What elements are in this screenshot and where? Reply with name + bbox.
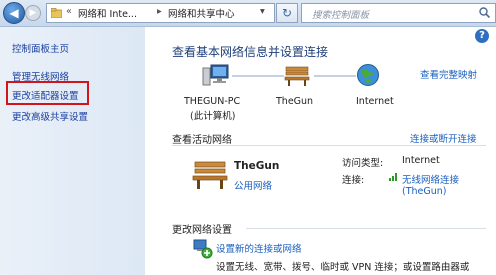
map-node-pc-sub: (此计算机) xyxy=(190,111,236,122)
divider xyxy=(172,145,486,146)
breadcrumb-separator[interactable]: ▸ xyxy=(157,6,162,17)
map-node-network-name: TheGun xyxy=(276,96,314,107)
active-network-name: TheGun xyxy=(234,160,280,172)
sidebar-item-advanced-sharing[interactable]: 更改高级共享设置 xyxy=(12,109,88,123)
map-connector-line xyxy=(232,75,284,77)
view-full-map-link[interactable]: 查看完整映射 xyxy=(420,67,477,81)
address-toolbar: ◀ ▶ « 网络和 Inte... ▸ 网络和共享中心 ▾ ↻ 搜索控制面板 xyxy=(0,0,496,27)
network-type-link[interactable]: 公用网络 xyxy=(234,178,272,192)
network-setup-icon xyxy=(193,239,213,259)
breadcrumb-sharing-center[interactable]: 网络和共享中心 xyxy=(168,6,235,20)
computer-icon xyxy=(202,64,229,86)
globe-icon xyxy=(357,64,379,86)
map-node-internet-name: Internet xyxy=(356,96,394,107)
change-settings-title: 更改网络设置 xyxy=(172,225,232,236)
highlight-box xyxy=(6,81,89,105)
page-title: 查看基本网络信息并设置连接 xyxy=(172,45,329,59)
search-icon[interactable] xyxy=(479,7,490,18)
breadcrumb[interactable]: « 网络和 Inte... ▸ 网络和共享中心 ▾ xyxy=(46,3,275,23)
active-networks-title: 查看活动网络 xyxy=(172,135,232,146)
divider xyxy=(246,228,486,229)
main-content: ? 查看基本网络信息并设置连接 查看完整映射 THEGUN-PC (此计算机) … xyxy=(146,27,496,275)
back-arrow-icon[interactable]: ◀ xyxy=(3,2,25,24)
connect-disconnect-link[interactable]: 连接或断开连接 xyxy=(410,131,477,145)
folder-icon xyxy=(51,8,62,18)
setup-new-connection-link[interactable]: 设置新的连接或网络 xyxy=(216,241,302,255)
refresh-icon[interactable]: ↻ xyxy=(276,3,298,23)
search-placeholder: 搜索控制面板 xyxy=(312,10,370,21)
map-connector-line-2 xyxy=(314,75,356,77)
setup-description: 设置无线、宽带、拨号、临时或 VPN 连接；或设置路由器或 xyxy=(216,262,470,273)
signal-icon xyxy=(389,173,397,181)
breadcrumb-root[interactable]: « xyxy=(66,6,72,17)
map-node-pc-name: THEGUN-PC xyxy=(184,96,241,107)
access-type-label: 访问类型: xyxy=(342,158,384,169)
sidebar-item-control-panel-home[interactable]: 控制面板主页 xyxy=(12,41,69,55)
bench-icon xyxy=(284,66,310,86)
bench-icon xyxy=(192,161,228,189)
search-input[interactable]: 搜索控制面板 xyxy=(301,3,496,23)
access-type-value: Internet xyxy=(402,155,440,166)
breadcrumb-dropdown-icon[interactable]: ▾ xyxy=(260,6,265,17)
wireless-connection-ssid-link[interactable]: (TheGun) xyxy=(402,186,447,197)
forward-arrow-icon[interactable]: ▶ xyxy=(25,5,41,21)
breadcrumb-network-internet[interactable]: 网络和 Inte... xyxy=(78,6,137,20)
wireless-connection-link[interactable]: 无线网络连接 xyxy=(402,172,459,186)
help-icon[interactable]: ? xyxy=(475,29,489,43)
sidebar: 控制面板主页 管理无线网络 更改适配器设置 更改高级共享设置 xyxy=(0,27,145,275)
connections-label: 连接: xyxy=(342,175,365,186)
